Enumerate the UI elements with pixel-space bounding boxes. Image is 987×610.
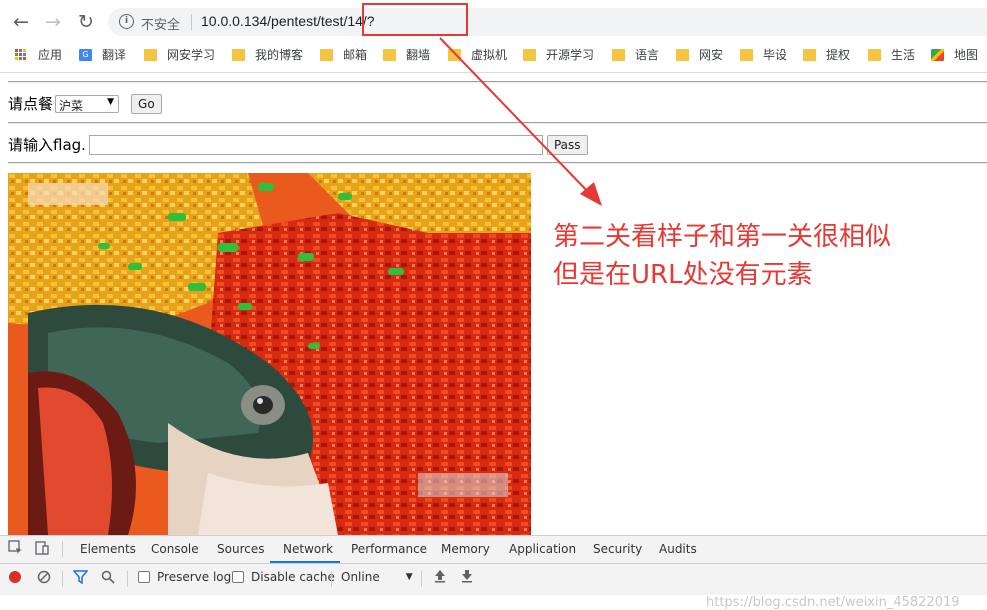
tab-elements[interactable]: Elements [80,542,136,556]
export-har-icon[interactable] [461,569,473,583]
chevron-down-icon: ▼ [405,572,413,582]
tab-memory[interactable]: Memory [441,542,490,556]
toolbar-separator [62,541,63,557]
toolbar-separator [62,571,63,587]
toolbar-separator [421,571,422,587]
tab-performance[interactable]: Performance [351,542,427,556]
toolbar-separator [127,571,128,587]
preserve-log-label: Preserve log [157,570,232,584]
tab-console[interactable]: Console [151,542,199,556]
preserve-log-checkbox[interactable]: Preserve log [138,570,231,584]
checkbox-icon [232,571,244,583]
tab-security[interactable]: Security [593,542,642,556]
network-toolbar: Preserve log Disable cache Online ▼ http… [0,564,987,610]
tab-network[interactable]: Network [283,542,333,556]
disable-cache-checkbox[interactable]: Disable cache [232,570,335,584]
tab-sources[interactable]: Sources [217,542,264,556]
record-icon[interactable] [9,571,21,583]
throttling-value: Online [341,570,380,584]
clear-icon[interactable] [37,570,51,584]
annotation-arrow [439,37,602,206]
active-tab-indicator [270,561,340,563]
devtools-panel: Elements Console Sources Network Perform… [0,535,987,610]
toolbar-separator [331,571,332,587]
filter-icon[interactable] [73,570,88,584]
import-har-icon[interactable] [434,569,446,583]
device-toolbar-icon[interactable] [34,540,50,556]
devtools-tabbar: Elements Console Sources Network Perform… [0,536,987,564]
checkbox-icon [138,571,150,583]
search-icon[interactable] [101,570,115,584]
inspect-element-icon[interactable] [8,540,24,556]
tab-audits[interactable]: Audits [659,542,697,556]
watermark-text: https://blog.csdn.net/weixin_45822019 [706,595,960,610]
disable-cache-label: Disable cache [251,570,335,584]
throttling-select[interactable]: Online ▼ [341,570,413,584]
tab-application[interactable]: Application [509,542,576,556]
